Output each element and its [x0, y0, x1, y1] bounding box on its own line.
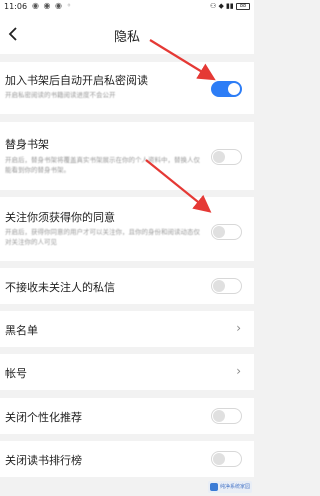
- nav-bar: 隐私: [0, 14, 254, 54]
- toggle-knob: [213, 453, 225, 465]
- setting-row-stranger-dm: 不接收未关注人的私信: [0, 268, 254, 304]
- toggle-knob: [213, 410, 225, 422]
- chevron-right-icon: ›: [236, 364, 241, 378]
- page-title: 隐私: [113, 30, 140, 45]
- setting-title: 黑名单: [5, 324, 38, 337]
- watermark-text: 纯净系统家园: [219, 484, 250, 490]
- setting-row-personalized-rec: 关闭个性化推荐: [0, 398, 254, 434]
- setting-row-account[interactable]: 帐号 ›: [0, 354, 254, 390]
- setting-desc: 开启后，替身书架将覆盖真实书架展示在你的个人资料中，替换人仅能看到你的替身书架。: [5, 156, 200, 174]
- follow-consent-toggle[interactable]: [211, 224, 242, 240]
- reading-rank-toggle[interactable]: [211, 451, 242, 467]
- toggle-knob: [213, 226, 225, 238]
- setting-title: 关闭读书排行榜: [5, 454, 82, 467]
- setting-title: 帐号: [5, 367, 27, 380]
- battery-icon: 88: [236, 2, 250, 10]
- status-right: ⚇ ◆ ▮▮ 88: [210, 2, 250, 10]
- setting-row-reading-rank: 关闭读书排行榜: [0, 441, 254, 477]
- watermark-logo-icon: [210, 483, 218, 491]
- watermark: 纯净系统家园: [208, 481, 252, 493]
- status-bar: 11:06 ◉ ◉ ◉ ◦ ⚇ ◆ ▮▮ 88: [0, 0, 254, 14]
- setting-row-private-reading: 加入书架后自动开启私密阅读 开启私密阅读的书籍阅读进度不会公开: [0, 62, 254, 114]
- chevron-right-icon: ›: [236, 321, 241, 335]
- setting-title: 替身书架: [5, 138, 49, 151]
- setting-title: 不接收未关注人的私信: [5, 281, 115, 294]
- toggle-knob: [228, 83, 240, 95]
- setting-row-follow-consent: 关注你须获得你的同意 开启后，获得你同意的用户才可以关注你，且你的身份和阅读动态…: [0, 197, 254, 261]
- setting-title: 加入书架后自动开启私密阅读: [5, 74, 148, 87]
- setting-desc: 开启私密阅读的书籍阅读进度不会公开: [5, 91, 116, 99]
- private-reading-toggle[interactable]: [211, 81, 242, 97]
- setting-title: 关注你须获得你的同意: [5, 211, 115, 224]
- signal-icons: ⚇ ◆ ▮▮: [209, 2, 236, 10]
- notification-icons: ◉ ◉ ◉ ◦: [32, 1, 73, 10]
- personalized-rec-toggle[interactable]: [211, 408, 242, 424]
- proxy-shelf-toggle[interactable]: [211, 149, 242, 165]
- setting-row-blacklist[interactable]: 黑名单 ›: [0, 311, 254, 347]
- setting-title: 关闭个性化推荐: [5, 411, 82, 424]
- setting-row-proxy-shelf: 替身书架 开启后，替身书架将覆盖真实书架展示在你的个人资料中，替换人仅能看到你的…: [0, 122, 254, 190]
- setting-desc: 开启后，获得你同意的用户才可以关注你，且你的身份和阅读动态仅对关注你的人可见: [5, 228, 200, 246]
- status-time: 11:06: [4, 2, 28, 11]
- toggle-knob: [213, 151, 225, 163]
- stranger-dm-toggle[interactable]: [211, 278, 242, 294]
- toggle-knob: [213, 280, 225, 292]
